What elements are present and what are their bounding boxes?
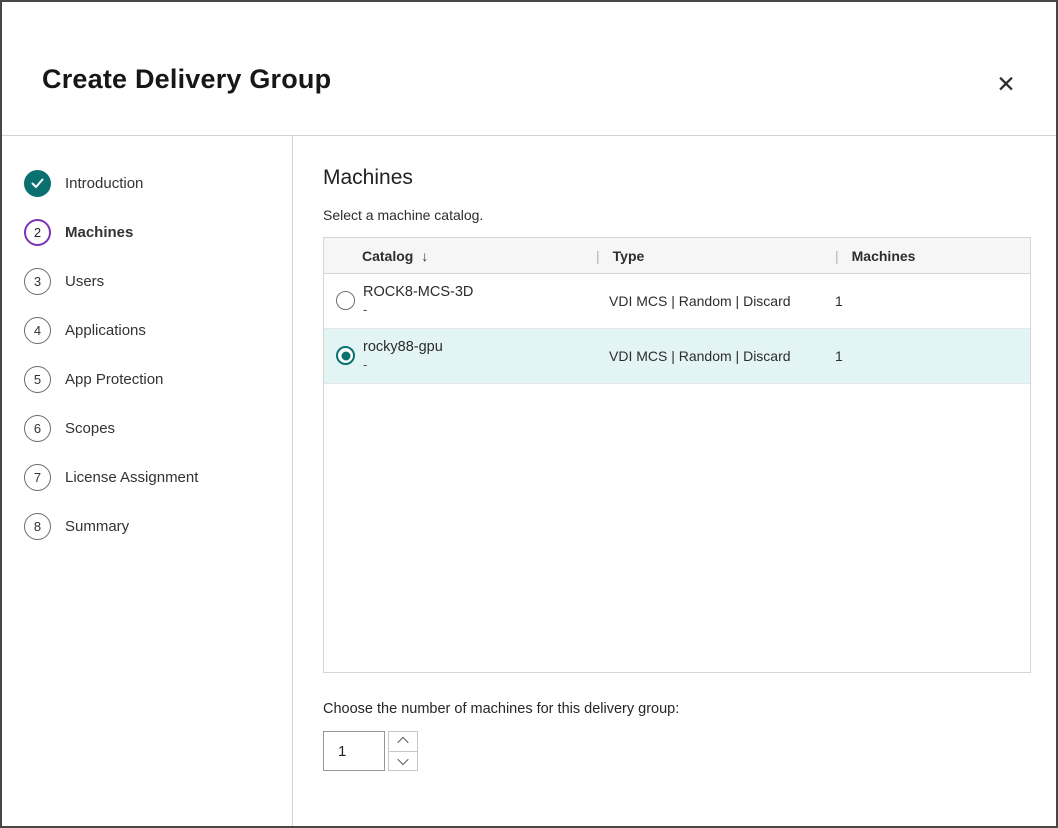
spinner-down-button[interactable] xyxy=(389,752,417,771)
page-title: Machines xyxy=(323,166,1032,190)
machine-count-label: Choose the number of machines for this d… xyxy=(323,701,1032,717)
step-license-assignment[interactable]: 7 License Assignment xyxy=(2,453,292,502)
step-label: App Protection xyxy=(65,371,163,388)
create-delivery-group-dialog: Create Delivery Group ✕ Introduction 2 M… xyxy=(0,0,1058,828)
machine-count-input[interactable] xyxy=(323,731,385,771)
dialog-header: Create Delivery Group ✕ xyxy=(2,2,1056,136)
catalog-name: ROCK8-MCS-3D xyxy=(363,283,473,302)
step-circle-completed xyxy=(24,170,51,197)
step-circle: 3 xyxy=(24,268,51,295)
wizard-steps-sidebar: Introduction 2 Machines 3 Users 4 Applic… xyxy=(2,136,293,826)
step-label: License Assignment xyxy=(65,469,198,486)
step-users[interactable]: 3 Users xyxy=(2,257,292,306)
dialog-title: Create Delivery Group xyxy=(42,64,331,95)
type-header-label: Type xyxy=(613,248,645,264)
machines-header-label: Machines xyxy=(852,248,916,264)
check-icon xyxy=(31,178,44,189)
step-label: Users xyxy=(65,273,104,290)
dialog-body: Introduction 2 Machines 3 Users 4 Applic… xyxy=(2,136,1056,826)
catalog-cell: ROCK8-MCS-3D - xyxy=(324,283,596,319)
table-empty-area xyxy=(324,384,1030,672)
table-row[interactable]: ROCK8-MCS-3D - VDI MCS | Random | Discar… xyxy=(324,274,1030,329)
instruction-text: Select a machine catalog. xyxy=(323,207,1032,223)
spinner-up-button[interactable] xyxy=(389,732,417,752)
chevron-down-icon xyxy=(397,754,408,765)
step-label: Machines xyxy=(65,224,133,241)
step-app-protection[interactable]: 5 App Protection xyxy=(2,355,292,404)
column-header-catalog[interactable]: Catalog ↓ xyxy=(324,248,596,264)
catalog-name-block: rocky88-gpu - xyxy=(363,338,443,374)
machine-count-section: Choose the number of machines for this d… xyxy=(323,701,1032,771)
quantity-stepper xyxy=(388,731,418,771)
machine-count-input-group xyxy=(323,731,1032,771)
catalog-name-block: ROCK8-MCS-3D - xyxy=(363,283,473,319)
step-circle-current: 2 xyxy=(24,219,51,246)
machines-panel: Machines Select a machine catalog. Catal… xyxy=(293,136,1056,826)
step-circle: 8 xyxy=(24,513,51,540)
radio-button-selected[interactable] xyxy=(336,346,355,365)
machines-cell: 1 xyxy=(835,293,1030,309)
catalog-detail: - xyxy=(363,357,443,374)
step-label: Scopes xyxy=(65,420,115,437)
step-summary[interactable]: 8 Summary xyxy=(2,502,292,551)
table-row[interactable]: rocky88-gpu - VDI MCS | Random | Discard… xyxy=(324,329,1030,384)
step-label: Introduction xyxy=(65,175,143,192)
close-button[interactable]: ✕ xyxy=(990,68,1022,100)
step-circle: 6 xyxy=(24,415,51,442)
chevron-up-icon xyxy=(397,737,408,748)
column-header-machines[interactable]: | Machines xyxy=(835,248,1030,264)
column-header-type[interactable]: | Type xyxy=(596,248,835,264)
catalog-header-label: Catalog xyxy=(362,248,413,264)
type-cell: VDI MCS | Random | Discard xyxy=(596,293,835,309)
step-label: Summary xyxy=(65,518,129,535)
machines-cell: 1 xyxy=(835,348,1030,364)
machine-catalog-table: Catalog ↓ | Type | Machines xyxy=(323,237,1031,673)
column-separator: | xyxy=(596,248,600,264)
step-label: Applications xyxy=(65,322,146,339)
step-circle: 5 xyxy=(24,366,51,393)
step-applications[interactable]: 4 Applications xyxy=(2,306,292,355)
catalog-cell: rocky88-gpu - xyxy=(324,338,596,374)
step-circle: 7 xyxy=(24,464,51,491)
step-introduction[interactable]: Introduction xyxy=(2,159,292,208)
step-scopes[interactable]: 6 Scopes xyxy=(2,404,292,453)
catalog-name: rocky88-gpu xyxy=(363,338,443,357)
step-circle: 4 xyxy=(24,317,51,344)
table-header-row: Catalog ↓ | Type | Machines xyxy=(324,238,1030,274)
radio-button-unselected[interactable] xyxy=(336,291,355,310)
catalog-detail: - xyxy=(363,302,473,319)
step-machines[interactable]: 2 Machines xyxy=(2,208,292,257)
close-icon: ✕ xyxy=(996,71,1015,97)
sort-descending-icon[interactable]: ↓ xyxy=(421,248,428,264)
type-cell: VDI MCS | Random | Discard xyxy=(596,348,835,364)
column-separator: | xyxy=(835,248,839,264)
